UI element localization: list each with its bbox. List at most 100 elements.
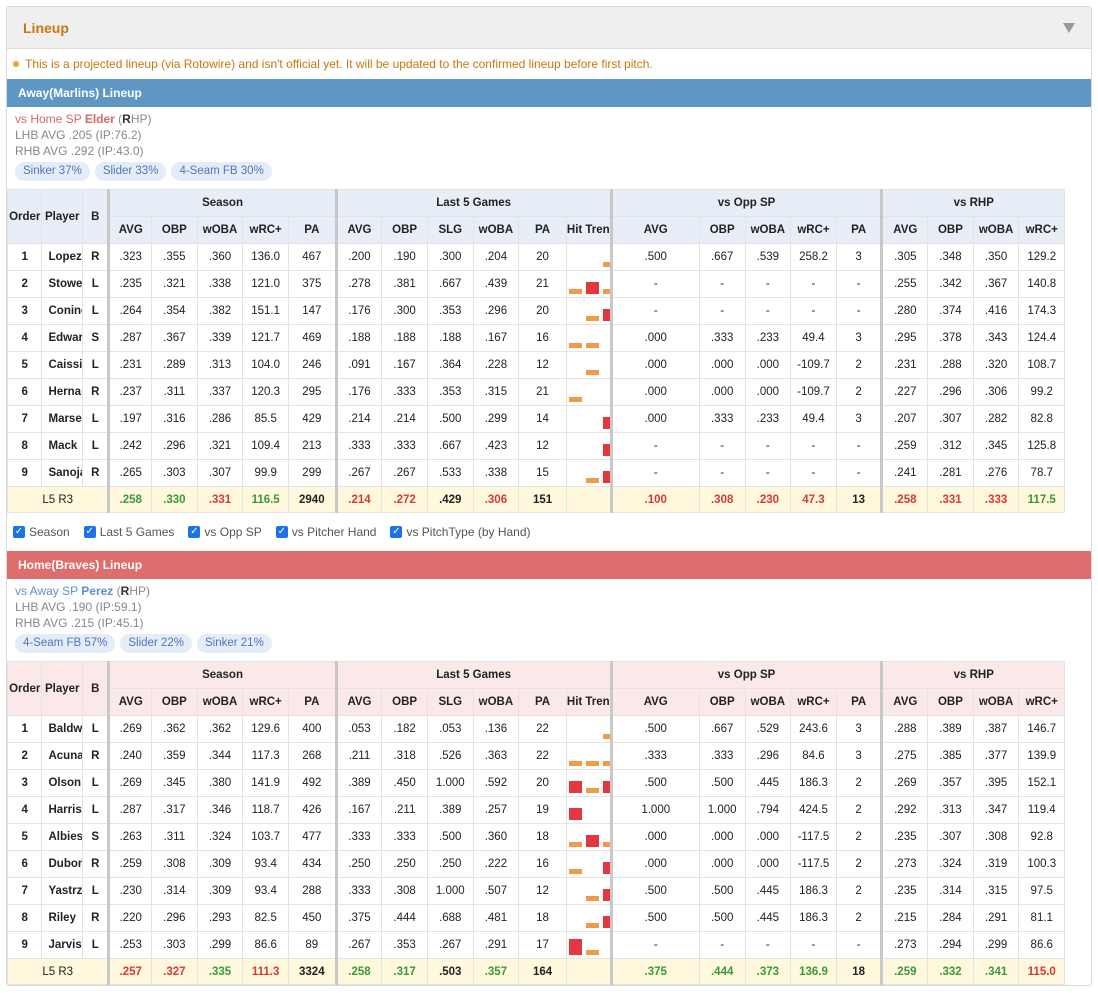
col-header: wOBA bbox=[744, 688, 792, 716]
toggle-checkbox[interactable]: ✓ vs Opp SP bbox=[188, 525, 262, 539]
season-stat: .323 bbox=[107, 243, 153, 271]
group-header: Season bbox=[107, 189, 337, 217]
vs-opp-sp-stat: 2 bbox=[835, 796, 883, 824]
vs-opp-sp-stat: 3 bbox=[835, 405, 883, 433]
checkbox-checked-icon[interactable]: ✓ bbox=[188, 526, 201, 538]
season-stat: .230 bbox=[107, 877, 153, 905]
player-name-link[interactable]: Caissie bbox=[41, 351, 84, 379]
total-stat: .373 bbox=[744, 958, 792, 985]
batting-order: 2 bbox=[7, 270, 43, 298]
player-name-link[interactable]: Lopez bbox=[41, 243, 84, 271]
player-name-link[interactable]: Albies bbox=[41, 823, 84, 851]
bats-hand: S bbox=[82, 324, 110, 352]
vs-hand-stat: .291 bbox=[972, 904, 1020, 932]
hit-trend-chart bbox=[567, 719, 611, 739]
player-name-link[interactable]: Mack bbox=[41, 432, 84, 460]
last5-stat: .200 bbox=[334, 243, 383, 271]
player-row: 5CaissieL.231.289.313104.0246.091.167.36… bbox=[7, 351, 1092, 379]
player-name-link[interactable]: Sanoja bbox=[41, 459, 84, 487]
last5-stat: .214 bbox=[381, 405, 428, 433]
collapse-caret-icon[interactable] bbox=[1063, 22, 1075, 33]
checkbox-checked-icon[interactable]: ✓ bbox=[83, 526, 96, 538]
total-label: L5 R3 bbox=[7, 958, 110, 985]
sp-name-link[interactable]: Perez bbox=[81, 584, 113, 598]
toggle-checkbox[interactable]: ✓ vs Pitcher Hand bbox=[275, 525, 376, 539]
sp-name-link[interactable]: Elder bbox=[85, 112, 115, 126]
vs-hand-stat: .299 bbox=[972, 931, 1020, 959]
vs-hand-stat: .284 bbox=[927, 904, 974, 932]
checkbox-checked-icon[interactable]: ✓ bbox=[275, 526, 288, 538]
pitch-type-pill: Sinker 37% bbox=[15, 162, 90, 181]
batting-order: 7 bbox=[7, 405, 43, 433]
col-header: wRC+ bbox=[790, 688, 837, 716]
player-name-link[interactable]: Stowers bbox=[41, 270, 84, 298]
vs-hand-stat: .345 bbox=[972, 432, 1020, 460]
total-stat: .335 bbox=[196, 958, 244, 985]
hit-trend-bar bbox=[568, 343, 582, 348]
hit-trend-chart bbox=[567, 463, 611, 483]
total-trend-empty bbox=[565, 958, 612, 985]
season-stat: 136.0 bbox=[242, 243, 289, 271]
hit-trend-cell bbox=[565, 823, 612, 851]
vs-hand-stat: .378 bbox=[927, 324, 974, 352]
vs-hand-stat: .241 bbox=[880, 459, 929, 487]
vs-opp-sp-stat: 258.2 bbox=[790, 243, 837, 271]
vs-opp-sp-stat: - bbox=[698, 432, 746, 460]
hit-trend-cell bbox=[565, 715, 612, 743]
player-name-link[interactable]: Hernandez bbox=[41, 378, 84, 406]
checkbox-checked-icon[interactable]: ✓ bbox=[390, 526, 403, 538]
total-stat: 117.5 bbox=[1018, 486, 1066, 513]
vs-opp-sp-stat: .000 bbox=[698, 378, 746, 406]
season-stat: 147 bbox=[287, 297, 337, 325]
toggle-checkbox[interactable]: ✓ Last 5 Games bbox=[83, 525, 174, 539]
lineup-panel-header[interactable]: Lineup bbox=[7, 7, 1091, 49]
player-name-link[interactable]: Riley bbox=[41, 904, 84, 932]
col-header: OBP bbox=[151, 216, 198, 244]
player-name-link[interactable]: Harris bbox=[41, 796, 84, 824]
hit-trend-chart bbox=[567, 773, 611, 793]
season-stat: .367 bbox=[151, 324, 198, 352]
player-name-link[interactable]: Acuna Jr. bbox=[41, 742, 84, 770]
total-stat: 2940 bbox=[287, 486, 337, 513]
player-row: 1 Lopez R .323.355.360 136.0 467.200.190.300.… bbox=[7, 243, 1092, 271]
vs-opp-sp-stat: .539 bbox=[744, 243, 792, 271]
season-stat: 429 bbox=[287, 405, 337, 433]
vs-hand-stat: .348 bbox=[927, 243, 974, 271]
vs-hand-stat: .282 bbox=[972, 405, 1020, 433]
group-header: vs Opp SP bbox=[609, 189, 883, 217]
player-name-link[interactable]: Edwards bbox=[41, 324, 84, 352]
hit-trend-cell bbox=[565, 324, 612, 352]
toggle-checkbox[interactable]: ✓ Season bbox=[13, 525, 70, 539]
vs-hand-stat: 146.7 bbox=[1018, 715, 1066, 743]
last5-stat: .450 bbox=[381, 769, 428, 797]
player-name-link[interactable]: Yastrzemski bbox=[41, 877, 84, 905]
sp-hand-rest: HP) bbox=[129, 584, 150, 598]
season-stat: .345 bbox=[151, 769, 198, 797]
player-name-link[interactable]: Dubon bbox=[41, 850, 84, 878]
batting-order: 7 bbox=[7, 877, 43, 905]
col-header: PA bbox=[287, 688, 337, 716]
vs-opp-sp-stat: .500 bbox=[698, 877, 746, 905]
last5-stat: 21 bbox=[518, 378, 567, 406]
vs-hand-stat: .235 bbox=[880, 823, 929, 851]
player-name-link[interactable]: Conine bbox=[41, 297, 84, 325]
player-name-link[interactable]: Olson bbox=[41, 769, 84, 797]
vs-hand-stat: 140.8 bbox=[1018, 270, 1066, 298]
player-name-link[interactable]: Baldwin bbox=[41, 715, 84, 743]
vs-opp-sp-stat: - bbox=[609, 297, 700, 325]
lineup-panel: Lineup This is a projected lineup (via R… bbox=[6, 6, 1092, 986]
season-stat: .362 bbox=[151, 715, 198, 743]
season-stat: 129.6 bbox=[242, 715, 289, 743]
season-stat: .289 bbox=[151, 351, 198, 379]
checkbox-checked-icon[interactable]: ✓ bbox=[13, 526, 25, 538]
player-name-link[interactable]: Marsee bbox=[41, 405, 84, 433]
last5-stat: .333 bbox=[334, 877, 383, 905]
vs-opp-sp-stat: - bbox=[744, 931, 792, 959]
vs-opp-sp-stat: .000 bbox=[609, 823, 700, 851]
season-stat: 426 bbox=[287, 796, 337, 824]
vs-opp-sp-stat: 186.3 bbox=[790, 769, 837, 797]
col-header: wOBA bbox=[972, 216, 1020, 244]
player-name-link[interactable]: Jarvis bbox=[41, 931, 84, 959]
toggle-checkbox[interactable]: ✓ vs PitchType (by Hand) bbox=[390, 525, 531, 539]
batting-order: 3 bbox=[7, 297, 43, 325]
